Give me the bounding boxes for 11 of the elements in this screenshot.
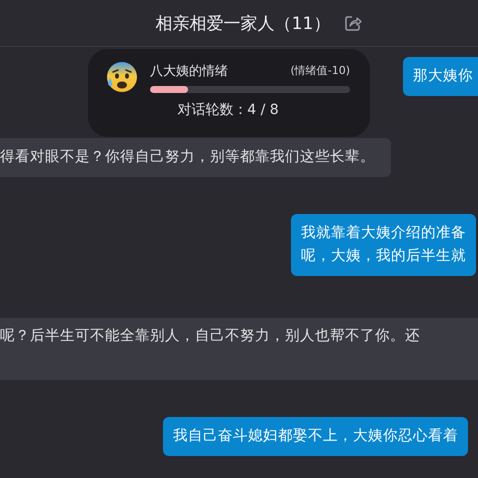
round-counter: 对话轮数：4 / 8 [176,101,280,119]
chat-title: 相亲相爱一家人（11） [156,12,330,34]
message-bubble: 我就靠着大姨介绍的准备 呢，大姨，我的后半生就 [291,214,476,276]
message-bubble: 呢？后半生可不能全靠别人，自己不努力，别人也帮不了你。还 [0,318,478,380]
share-icon[interactable] [344,14,362,32]
message-bubble: 那大姨你 [403,57,478,96]
mood-value: (情绪值-10) [290,63,350,78]
anxious-face-icon [106,61,138,93]
message-bubble: 得看对眼不是？你得自己努力，别等都靠我们这些长辈。 [0,138,391,177]
mood-label: 八大姨的情绪 [150,62,228,80]
message-bubble: 我自己奋斗媳妇都娶不上，大姨你忍心看着 [163,417,468,456]
